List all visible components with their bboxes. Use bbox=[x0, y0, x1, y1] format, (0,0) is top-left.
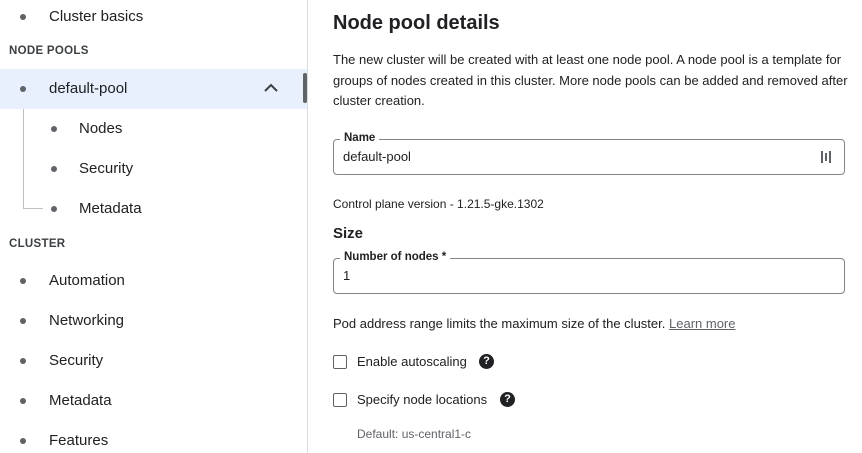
nav-bullet bbox=[51, 166, 57, 172]
nodes-field-value[interactable]: 1 bbox=[343, 268, 350, 283]
nav-bullet bbox=[20, 318, 26, 324]
section-header-node-pools: NODE POOLS bbox=[9, 45, 89, 57]
sidebar-item-cluster-basics[interactable]: Cluster basics bbox=[49, 8, 143, 25]
specify-locations-checkbox[interactable] bbox=[333, 393, 347, 407]
learn-more-link[interactable]: Learn more bbox=[669, 316, 735, 331]
page-title: Node pool details bbox=[333, 12, 500, 34]
pod-range-note: Pod address range limits the maximum siz… bbox=[333, 316, 735, 331]
chevron-up-icon[interactable] bbox=[262, 81, 280, 95]
name-field-value[interactable]: default-pool bbox=[343, 149, 411, 164]
sidebar-item-pool-security[interactable]: Security bbox=[79, 160, 133, 177]
sidebar-item-features[interactable]: Features bbox=[49, 432, 108, 449]
sidebar-item-networking[interactable]: Networking bbox=[49, 312, 124, 329]
sidebar-item-metadata[interactable]: Metadata bbox=[49, 392, 112, 409]
sidebar-item-security[interactable]: Security bbox=[49, 352, 103, 369]
default-location: Default: us-central1-c bbox=[357, 427, 472, 441]
sidebar-item-automation[interactable]: Automation bbox=[49, 272, 125, 289]
page-description: The new cluster will be created with at … bbox=[333, 52, 848, 108]
enable-autoscaling-label[interactable]: Enable autoscaling bbox=[357, 354, 467, 369]
sidebar-item-default-pool[interactable]: default-pool bbox=[49, 80, 127, 97]
tree-line bbox=[23, 208, 43, 209]
nav-bullet bbox=[20, 398, 26, 404]
nav-bullet bbox=[51, 206, 57, 212]
section-header-cluster: CLUSTER bbox=[9, 238, 66, 250]
specify-locations-label[interactable]: Specify node locations bbox=[357, 392, 487, 407]
selected-row-highlight bbox=[0, 69, 307, 109]
nav-bullet bbox=[51, 126, 57, 132]
pod-range-text: Pod address range limits the maximum siz… bbox=[333, 316, 666, 331]
help-circle-icon[interactable]: ? bbox=[479, 354, 494, 369]
name-field[interactable]: Name default-pool bbox=[333, 131, 845, 175]
help-circle-icon[interactable]: ? bbox=[500, 392, 515, 407]
scrollbar[interactable] bbox=[303, 73, 307, 103]
sidebar-item-pool-metadata[interactable]: Metadata bbox=[79, 200, 142, 217]
nav-bullet bbox=[20, 438, 26, 444]
sidebar-item-nodes[interactable]: Nodes bbox=[79, 120, 122, 137]
nav-bullet bbox=[20, 358, 26, 364]
tree-line bbox=[23, 109, 24, 208]
text-cursor-icon bbox=[821, 151, 831, 163]
nav-bullet bbox=[20, 14, 26, 20]
size-heading: Size bbox=[333, 225, 364, 242]
enable-autoscaling-checkbox[interactable] bbox=[333, 355, 347, 369]
nav-bullet bbox=[20, 86, 26, 92]
sidebar: Cluster basics NODE POOLS default-pool N… bbox=[0, 0, 308, 453]
control-plane-version: Control plane version - 1.21.5-gke.1302 bbox=[333, 197, 544, 211]
number-of-nodes-field[interactable]: Number of nodes * 1 bbox=[333, 250, 845, 294]
name-field-label: Name bbox=[340, 131, 380, 145]
nav-bullet bbox=[20, 278, 26, 284]
nodes-field-label: Number of nodes * bbox=[340, 250, 451, 264]
